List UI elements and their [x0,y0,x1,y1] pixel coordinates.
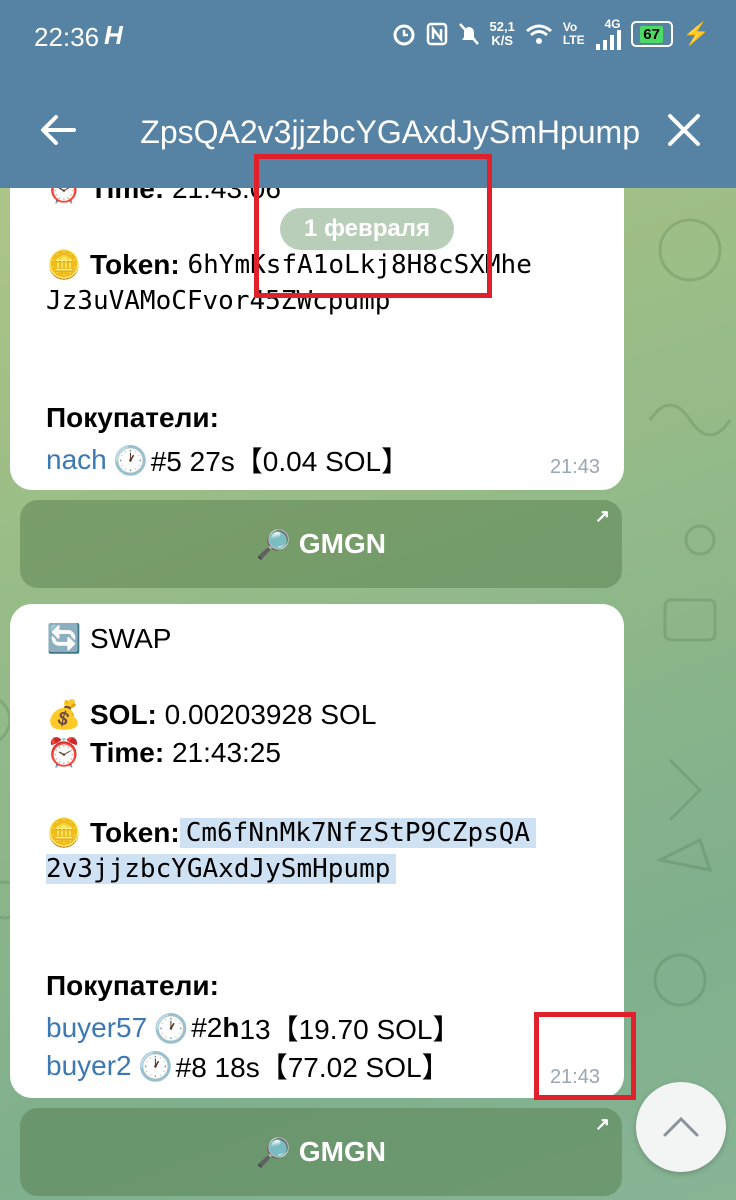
signal-icon [595,30,621,50]
coin-icon: 🪙 [46,249,82,280]
buyers-label: Покупатели: [46,402,219,433]
status-bar: 22:36 H 52,1 K/S Vo LTE 4G 67 ⚡ [0,0,736,78]
scroll-up-button[interactable] [636,1082,726,1172]
message-timestamp: 21:43 [549,456,600,478]
buyers-label: Покупатели: [46,970,219,1001]
alarm-icon [393,24,414,46]
buyer-link[interactable]: buyer57 [46,1012,147,1044]
alarm-clock-icon: ⏰ [46,737,82,768]
network-speed: 52,1 K/S [489,19,515,48]
annotation-box-date [254,154,492,298]
gmgn-button[interactable]: 🔎 GMGN ↗ [20,1108,622,1196]
back-arrow-icon[interactable] [36,108,80,152]
signal-indicator: 4G [595,18,621,50]
buyer-row: buyer57 🕐 #2 h 13【19.70 SOL】 [46,1012,461,1045]
sol-line: 💰 SOL: 0.00203928 SOL [46,698,377,731]
swap-title: 🔄 SWAP [46,622,172,655]
clock-icon: 🕐 [138,1050,174,1082]
external-link-icon: ↗ [594,1114,610,1134]
volte-indicator: Vo LTE [562,20,585,47]
token-address-part1[interactable]: Cm6fNnMk7NfzStP9CZpsQA [179,817,537,848]
clock-icon: 🕐 [113,444,149,476]
buyer-row: buyer2 🕐 #8 18s【77.02 SOL】 [46,1050,450,1083]
buyer-link[interactable]: buyer2 [46,1050,132,1082]
magnifier-icon: 🔎 [256,528,291,560]
close-icon[interactable] [662,108,706,152]
token-line: 🪙 Token: Cm6fNnMk7NfzStP9CZpsQA [46,816,537,849]
chevron-up-icon [663,1116,699,1137]
clock-icon: 🕐 [153,1012,189,1044]
nfc-icon [426,22,447,46]
message-bubble[interactable]: 🔄 SWAP 💰 SOL: 0.00203928 SOL ⏰ Time: 21:… [10,604,624,1098]
swap-icon: 🔄 [46,623,82,654]
mute-icon [458,23,479,45]
coin-icon: 🪙 [46,817,82,848]
gmgn-button[interactable]: 🔎 GMGN ↗ [20,500,622,588]
external-link-icon: ↗ [594,506,610,526]
notification-app-icon: H [104,20,123,50]
buyer-row: nach 🕐 #5 27s【0.04 SOL】 [46,444,410,477]
wifi-icon [525,24,552,44]
battery-indicator: 67 [630,21,673,47]
time-line: ⏰ Time: 21:43:25 [46,736,281,769]
status-time: 22:36 [34,22,100,52]
annotation-box-timestamp [534,1012,636,1100]
buyer-link[interactable]: nach [46,444,107,476]
search-query-title: Cm6fNnMk7NfzStP9CZpsQA2v3jjzbcYGAxdJySmH… [140,114,640,150]
token-line-2: 2v3jjzbcYGAxdJySmHpump [46,854,397,884]
money-bag-icon: 💰 [46,699,82,730]
magnifier-icon: 🔎 [256,1136,291,1168]
charging-icon: ⚡ [682,21,710,46]
token-address-part2[interactable]: 2v3jjzbcYGAxdJySmHpump [46,854,397,884]
